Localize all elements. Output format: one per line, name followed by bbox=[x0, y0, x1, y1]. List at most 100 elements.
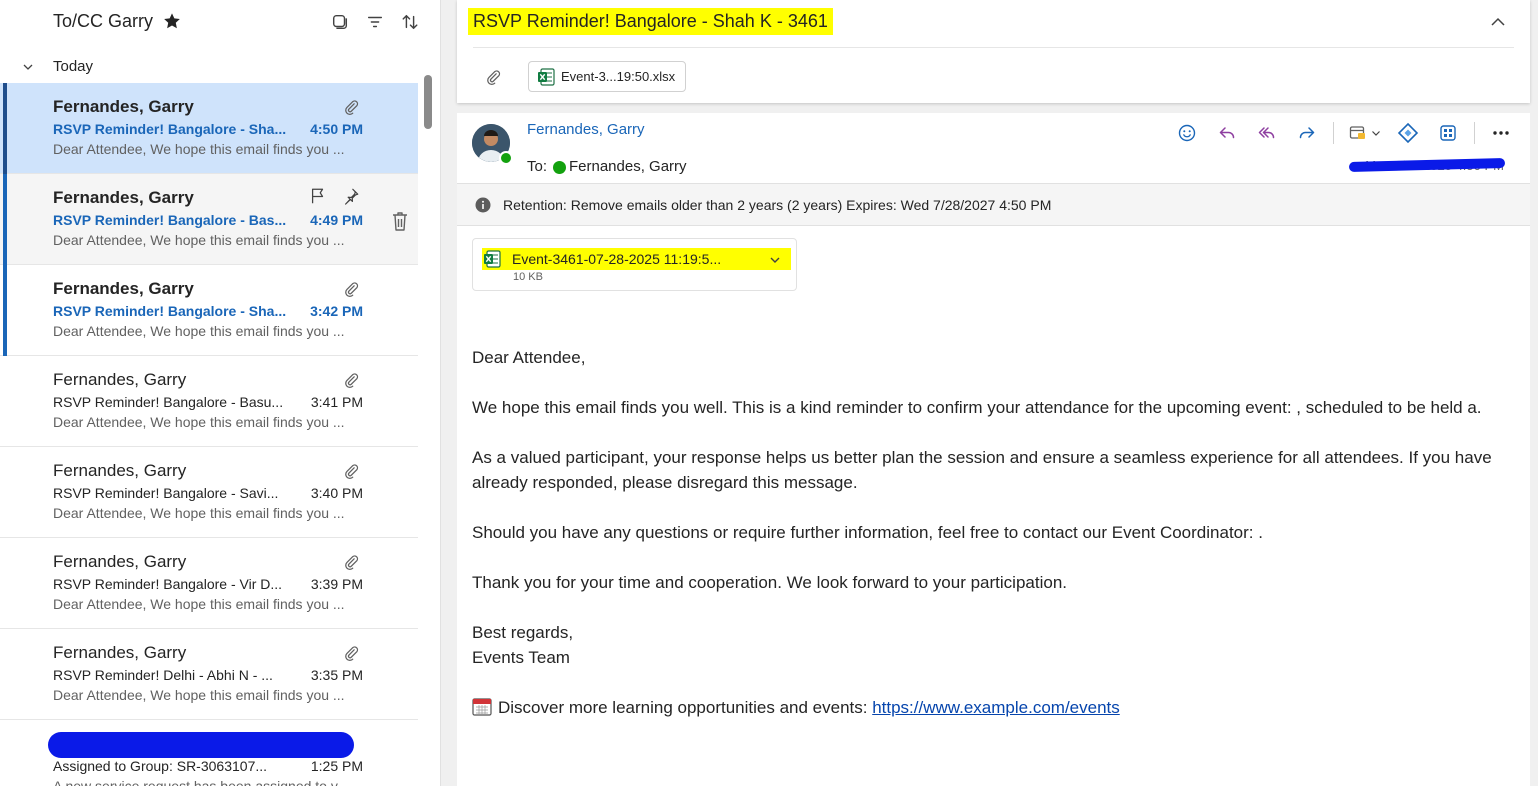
reply-icon bbox=[1219, 127, 1235, 139]
mail-sender: Fernandes, Garry bbox=[53, 97, 194, 116]
more-actions-button[interactable] bbox=[1481, 119, 1521, 147]
mail-preview: A new service request has been assigned … bbox=[53, 778, 349, 786]
mail-preview: Dear Attendee, We hope this email finds … bbox=[53, 687, 345, 703]
flag-icon[interactable] bbox=[309, 187, 327, 205]
mail-preview: Dear Attendee, We hope this email finds … bbox=[53, 232, 345, 248]
list-item[interactable]: Fernandes, Garry RSVP Reminder! Bangalor… bbox=[0, 356, 418, 447]
select-mode-icon[interactable] bbox=[331, 13, 349, 31]
mail-subject: RSVP Reminder! Bangalore - Bas... bbox=[53, 212, 287, 228]
body-signoff: Best regards, bbox=[472, 623, 574, 642]
excel-icon bbox=[538, 67, 555, 86]
body-paragraph: Should you have any questions or require… bbox=[472, 523, 1263, 542]
mail-time: 4:50 PM bbox=[310, 121, 363, 137]
message-body: Dear Attendee, We hope this email finds … bbox=[472, 345, 1512, 745]
subject-title: RSVP Reminder! Bangalore - Shah K - 3461 bbox=[468, 8, 833, 35]
chevron-down-icon bbox=[1371, 131, 1380, 136]
discover-text: Discover more learning opportunities and… bbox=[498, 698, 873, 717]
chevron-down-icon[interactable] bbox=[769, 254, 781, 266]
info-icon bbox=[475, 197, 491, 213]
paperclip-icon bbox=[345, 373, 359, 389]
paperclip-icon bbox=[345, 464, 359, 480]
group-header-today[interactable]: Today bbox=[0, 52, 420, 80]
list-item[interactable]: Fernandes, Garry RSVP Reminder! Bangalor… bbox=[0, 265, 418, 356]
presence-available-icon bbox=[553, 161, 566, 174]
events-link[interactable]: https://www.example.com/events bbox=[872, 698, 1120, 717]
mail-subject: RSVP Reminder! Bangalore - Sha... bbox=[53, 121, 287, 137]
mail-subject: RSVP Reminder! Bangalore - Basu... bbox=[53, 394, 284, 410]
toolbar-separator bbox=[1333, 122, 1334, 144]
forward-icon bbox=[1299, 127, 1315, 139]
toolbar-separator bbox=[1474, 122, 1475, 144]
sender-name[interactable]: Fernandes, Garry bbox=[527, 121, 645, 138]
folder-title: To/CC Garry bbox=[53, 11, 154, 31]
mail-subject: RSVP Reminder! Bangalore - Vir D... bbox=[53, 576, 283, 592]
mail-subject: RSVP Reminder! Bangalore - Sha... bbox=[53, 303, 287, 319]
emoji-icon bbox=[1178, 124, 1196, 142]
list-item[interactable]: Fernandes, Garry RSVP Reminder! Delhi - … bbox=[0, 629, 418, 720]
list-item[interactable]: Assigned to Group: SR-3063107... 1:25 PM… bbox=[0, 720, 418, 786]
recipient-name[interactable]: Fernandes, Garry bbox=[569, 158, 687, 175]
mail-preview: Dear Attendee, We hope this email finds … bbox=[53, 505, 345, 521]
star-icon[interactable] bbox=[163, 12, 181, 30]
message-toolbar bbox=[1167, 119, 1521, 147]
chevron-up-icon[interactable] bbox=[1490, 14, 1506, 30]
calendar-icon bbox=[472, 698, 492, 716]
forward-button[interactable] bbox=[1287, 119, 1327, 147]
mail-time: 3:42 PM bbox=[310, 303, 363, 319]
folder-header: To/CC Garry bbox=[0, 0, 441, 46]
paperclip-icon bbox=[487, 70, 501, 86]
diamond-icon bbox=[1397, 122, 1419, 144]
attachment-card[interactable]: Event-3461-07-28-2025 11:19:5... 10 KB bbox=[472, 238, 797, 291]
presence-available-icon bbox=[499, 151, 513, 165]
more-icon bbox=[1493, 131, 1509, 135]
reply-all-button[interactable] bbox=[1247, 119, 1287, 147]
attachment-name: Event-3461-07-28-2025 11:19:5... bbox=[512, 251, 722, 267]
reply-all-icon bbox=[1258, 127, 1275, 139]
body-greeting: Dear Attendee, bbox=[472, 348, 586, 367]
apps-grid-icon bbox=[1440, 125, 1456, 141]
mail-preview: Dear Attendee, We hope this email finds … bbox=[53, 323, 345, 339]
list-item[interactable]: Fernandes, Garry RSVP Reminder! Bangalor… bbox=[0, 174, 418, 265]
mail-time: 3:41 PM bbox=[310, 394, 363, 410]
mail-time: 3:40 PM bbox=[310, 485, 363, 501]
filter-icon[interactable] bbox=[366, 13, 384, 31]
sort-icon[interactable] bbox=[401, 13, 419, 31]
mail-sender: Fernandes, Garry bbox=[53, 370, 187, 389]
list-item[interactable]: Fernandes, Garry RSVP Reminder! Bangalor… bbox=[0, 447, 418, 538]
pin-icon[interactable] bbox=[342, 187, 360, 205]
categorize-button[interactable] bbox=[1340, 119, 1388, 147]
mail-time: 3:39 PM bbox=[310, 576, 363, 592]
message-list-pane: To/CC Garry Today Fernandes, Garry RSVP … bbox=[0, 0, 441, 786]
body-discover: Discover more learning opportunities and… bbox=[472, 695, 1512, 720]
group-label: Today bbox=[53, 58, 94, 75]
excel-icon bbox=[484, 250, 501, 268]
body-paragraph: We hope this email finds you well. This … bbox=[472, 398, 1482, 417]
mail-subject: Assigned to Group: SR-3063107... bbox=[53, 758, 268, 774]
mail-list: Fernandes, Garry RSVP Reminder! Bangalor… bbox=[0, 83, 420, 786]
body-team: Events Team bbox=[472, 648, 570, 667]
meeting-reply-icon bbox=[1349, 126, 1365, 139]
apps-button[interactable] bbox=[1428, 119, 1468, 147]
trash-icon[interactable] bbox=[390, 210, 410, 232]
divider bbox=[473, 47, 1514, 48]
reply-button[interactable] bbox=[1207, 119, 1247, 147]
to-label: To: bbox=[527, 158, 548, 175]
mail-preview: Dear Attendee, We hope this email finds … bbox=[53, 596, 345, 612]
attachment-name: Event-3...19:50.xlsx bbox=[561, 69, 676, 84]
mail-time: 4:49 PM bbox=[310, 212, 363, 228]
mail-sender: Fernandes, Garry bbox=[53, 188, 194, 207]
scrollbar[interactable] bbox=[424, 75, 432, 129]
react-button[interactable] bbox=[1167, 119, 1207, 147]
mail-time: 1:25 PM bbox=[310, 758, 363, 774]
list-item[interactable]: Fernandes, Garry RSVP Reminder! Bangalor… bbox=[0, 538, 418, 629]
paperclip-icon bbox=[345, 100, 359, 116]
mail-sender: Fernandes, Garry bbox=[53, 643, 187, 662]
mail-subject: RSVP Reminder! Delhi - Abhi N - ... bbox=[53, 667, 273, 683]
header-attachment-chip[interactable]: Event-3...19:50.xlsx bbox=[528, 61, 687, 92]
viva-insights-button[interactable] bbox=[1388, 119, 1428, 147]
message-card: Fernandes, Garry To: Fernandes, Garry Mo… bbox=[457, 113, 1530, 786]
chevron-down-icon bbox=[23, 64, 33, 70]
mail-time: 3:35 PM bbox=[310, 667, 363, 683]
body-paragraph: As a valued participant, your response h… bbox=[472, 448, 1492, 492]
list-item[interactable]: Fernandes, Garry RSVP Reminder! Bangalor… bbox=[0, 83, 418, 174]
